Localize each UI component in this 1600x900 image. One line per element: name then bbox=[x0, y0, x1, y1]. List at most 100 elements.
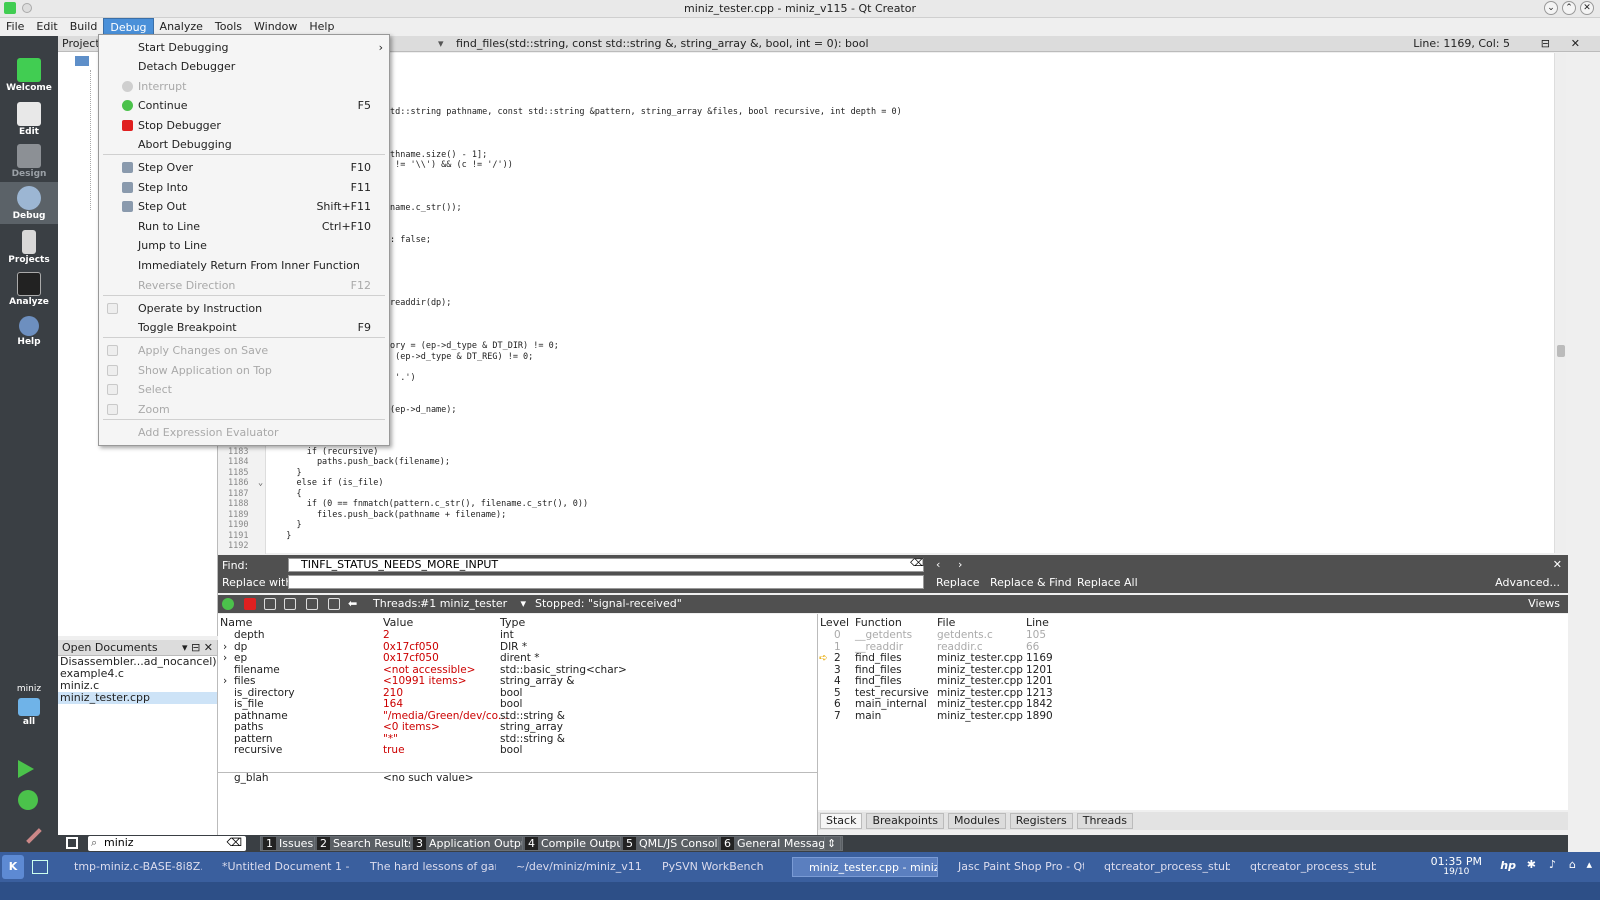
editor-scrollbar[interactable] bbox=[1554, 53, 1566, 553]
taskbar-task[interactable]: qtcreator_process_stub bbox=[1088, 857, 1230, 877]
views-button[interactable]: Views bbox=[1528, 595, 1560, 613]
stack-frame-row[interactable]: 1 __readdir readdir.c 66 bbox=[818, 641, 1568, 654]
tab-stack[interactable]: Stack bbox=[820, 813, 863, 829]
stack-frame-row[interactable]: 7 main miniz_tester.cpp 1890 bbox=[818, 710, 1568, 723]
checkbox[interactable] bbox=[107, 303, 118, 314]
tray-expand-icon[interactable]: ▴ bbox=[1586, 858, 1592, 871]
menu-item-jump-to-line[interactable]: Jump to Line bbox=[99, 236, 389, 255]
step-over-icon[interactable] bbox=[264, 598, 276, 610]
output-pane-button-search-results[interactable]: 2 Search Results bbox=[314, 836, 420, 851]
step-out-icon[interactable] bbox=[306, 598, 318, 610]
volume-icon[interactable]: ♪ bbox=[1549, 858, 1556, 871]
taskbar-task[interactable]: PySVN WorkBench bbox=[646, 857, 788, 877]
taskbar-task[interactable]: *Untitled Document 1 -... bbox=[206, 857, 350, 877]
mode-edit[interactable]: Edit bbox=[0, 98, 58, 140]
stack-frame-row[interactable]: 3 find_files miniz_tester.cpp 1201 bbox=[818, 664, 1568, 677]
menu-item-stop-debugger[interactable]: Stop Debugger bbox=[99, 116, 389, 135]
taskbar-task[interactable]: qtcreator_process_stub bbox=[1234, 857, 1376, 877]
thread-combo[interactable]: #1 miniz_tester ▾ bbox=[420, 595, 528, 613]
replace-input[interactable] bbox=[288, 575, 924, 589]
menu-item-immediately-return-from-inner-function[interactable]: Immediately Return From Inner Function bbox=[99, 256, 389, 275]
mode-debug[interactable]: Debug bbox=[0, 182, 58, 224]
output-pane-button-issues[interactable]: 1 Issues bbox=[260, 836, 319, 851]
taskbar-task[interactable]: tmp-miniz.c-BASE-8i8Z... bbox=[58, 857, 202, 877]
run-icon[interactable] bbox=[18, 760, 34, 778]
stack-frame-row[interactable]: 6 main_internal miniz_tester.cpp 1842 bbox=[818, 698, 1568, 711]
stack-view[interactable]: Level Function File Line 0 __getdents getd… bbox=[818, 614, 1568, 810]
replace-find-button[interactable]: Replace & Find bbox=[990, 576, 1072, 589]
taskbar-task[interactable]: ~/dev/miniz/miniz_v116... bbox=[500, 857, 642, 877]
kit-selector[interactable]: miniz all bbox=[0, 680, 58, 736]
output-pane-button-compile-output[interactable]: 4 Compile Output bbox=[522, 836, 633, 851]
find-input[interactable]: TINFL_STATUS_NEEDS_MORE_INPUT bbox=[288, 558, 924, 572]
menu-file[interactable]: File bbox=[0, 18, 30, 36]
output-pane-button-qml-js-console[interactable]: 5 QML/JS Console bbox=[620, 836, 730, 851]
scroll-thumb[interactable] bbox=[1557, 345, 1565, 357]
network-icon[interactable]: ⌂ bbox=[1569, 858, 1576, 871]
step-into-icon[interactable] bbox=[284, 598, 296, 610]
reverse-direction-icon[interactable]: ⬅ bbox=[348, 595, 357, 613]
split-icon[interactable]: ⊟ bbox=[1541, 36, 1550, 52]
column-header-name[interactable]: Name bbox=[220, 616, 252, 629]
fold-marker-icon[interactable]: ⌄ bbox=[258, 478, 263, 488]
menu-item-toggle-breakpoint[interactable]: Toggle Breakpoint F9 bbox=[99, 318, 389, 337]
window-menu-icon[interactable] bbox=[22, 3, 32, 13]
function-combo[interactable]: find_files(std::string, const std::strin… bbox=[456, 36, 869, 52]
continue-icon[interactable] bbox=[222, 598, 234, 610]
replace-button[interactable]: Replace bbox=[936, 576, 980, 589]
stop-icon[interactable] bbox=[244, 598, 256, 610]
stack-frame-row[interactable]: 4 find_files miniz_tester.cpp 1201 bbox=[818, 675, 1568, 688]
menu-item-operate-by-instruction[interactable]: Operate by Instruction bbox=[99, 299, 389, 318]
menu-item-step-over[interactable]: Step Over F10 bbox=[99, 158, 389, 177]
taskbar-task[interactable]: miniz_tester.cpp - miniz... bbox=[792, 857, 938, 877]
menu-item-detach-debugger[interactable]: Detach Debugger bbox=[99, 57, 389, 76]
open-documents-controls[interactable]: ▾ ⊟ ✕ bbox=[182, 640, 213, 655]
hp-logo-icon[interactable]: hp bbox=[1500, 859, 1516, 872]
cursor-position[interactable]: Line: 1169, Col: 5 bbox=[1413, 36, 1510, 52]
locals-row[interactable]: › ep 0x17cf050 dirent * bbox=[218, 652, 818, 665]
column-header-level[interactable]: Level bbox=[820, 616, 849, 629]
mode-design[interactable]: Design bbox=[0, 140, 58, 182]
watch-row[interactable]: g_blah <no such value> bbox=[218, 772, 818, 785]
taskbar-task[interactable]: The hard lessons of gam... bbox=[354, 857, 496, 877]
locals-row[interactable]: is_file 164 bool bbox=[218, 698, 818, 711]
build-hammer-icon[interactable] bbox=[16, 818, 42, 844]
tab-modules[interactable]: Modules bbox=[947, 813, 1006, 829]
project-folder-icon[interactable] bbox=[75, 56, 89, 66]
operate-by-instruction-icon[interactable] bbox=[328, 598, 340, 610]
mode-projects[interactable]: Projects bbox=[0, 226, 58, 268]
clear-locator-icon[interactable]: ⌫ bbox=[226, 836, 242, 850]
tab-breakpoints[interactable]: Breakpoints bbox=[866, 813, 944, 829]
mode-help[interactable]: Help bbox=[0, 312, 58, 354]
show-desktop-icon[interactable] bbox=[32, 860, 48, 874]
locals-view[interactable]: Name Value Type depth 2 int › dp 0x17cf050 DIR… bbox=[218, 614, 818, 836]
kde-start-icon[interactable]: K bbox=[2, 855, 24, 879]
locals-row[interactable]: › files <10991 items> string_array & bbox=[218, 675, 818, 688]
locals-row[interactable]: paths <0 items> string_array bbox=[218, 721, 818, 734]
stack-frame-row[interactable]: 5 test_recursive miniz_tester.cpp 1213 bbox=[818, 687, 1568, 700]
clock[interactable]: 01:35 PM 19/10 bbox=[1431, 856, 1482, 878]
stack-frame-row[interactable]: ➪ 2 find_files miniz_tester.cpp 1169 bbox=[818, 652, 1568, 665]
menu-item-start-debugging[interactable]: Start Debugging › bbox=[99, 38, 389, 57]
expand-arrow-icon[interactable]: › bbox=[223, 652, 227, 665]
menu-item-step-into[interactable]: Step Into F11 bbox=[99, 178, 389, 197]
output-pane-button-application-output[interactable]: 3 Application Output bbox=[410, 836, 538, 851]
close-document-icon[interactable]: ✕ bbox=[1571, 36, 1580, 52]
mode-analyze[interactable]: Analyze bbox=[0, 268, 58, 310]
menu-item-continue[interactable]: Continue F5 bbox=[99, 96, 389, 115]
taskbar-task[interactable]: Jasc Paint Shop Pro - Qt... bbox=[942, 857, 1084, 877]
chevron-down-icon[interactable]: ▾ bbox=[438, 36, 444, 52]
close-find-icon[interactable]: ✕ bbox=[1553, 558, 1562, 571]
minimize-icon[interactable]: ⌄ bbox=[1544, 1, 1558, 15]
open-document-item[interactable]: miniz_tester.cpp bbox=[58, 692, 217, 704]
advanced-button[interactable]: Advanced... bbox=[1495, 576, 1560, 589]
column-header-type[interactable]: Type bbox=[500, 616, 525, 629]
column-header-function[interactable]: Function bbox=[855, 616, 902, 629]
locals-row[interactable]: recursive true bool bbox=[218, 744, 818, 757]
column-header-line[interactable]: Line bbox=[1026, 616, 1049, 629]
close-icon[interactable]: ✕ bbox=[1580, 1, 1594, 15]
find-previous-icon[interactable]: ‹ bbox=[936, 558, 940, 571]
column-header-value[interactable]: Value bbox=[383, 616, 413, 629]
menu-item-abort-debugging[interactable]: Abort Debugging bbox=[99, 135, 389, 154]
replace-all-button[interactable]: Replace All bbox=[1077, 576, 1138, 589]
